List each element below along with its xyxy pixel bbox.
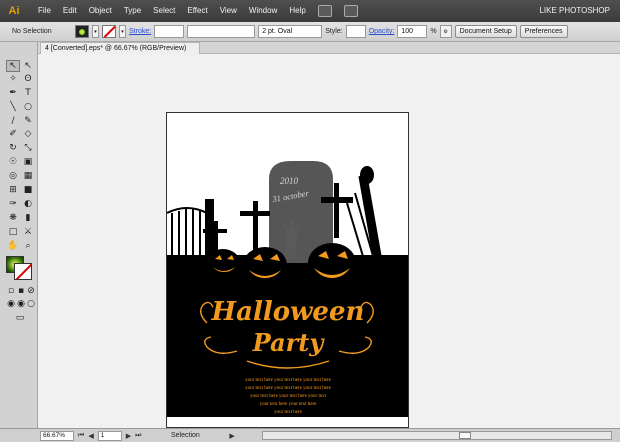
body-text-line: your text here your text here [260, 402, 318, 407]
paintbrush-tool-icon[interactable]: ∕ [6, 115, 20, 127]
document-tab-bar: 4 [Converted].eps* @ 66.67% (RGB/Preview… [38, 42, 620, 54]
selection-status: No Selection [12, 28, 52, 35]
app-logo: Ai [8, 5, 20, 17]
selection-tool-icon[interactable]: ↖ [6, 60, 20, 72]
first-artboard-icon[interactable]: ⏮ [78, 432, 84, 440]
poster-title-party: Party [252, 328, 326, 357]
menu-select[interactable]: Select [147, 0, 181, 22]
tools-panel: ↖ ↖ ✧ ʘ ✒ T ╲ ○ ∕ ✎ ✐ ◇ ↻ ⤡ ☉ ▣ ◎ ▦ ⊞ ■ … [0, 42, 38, 442]
fill-swatch[interactable] [75, 25, 89, 38]
direct-selection-tool-icon[interactable]: ↖ [21, 60, 35, 72]
style-label: Style: [325, 28, 343, 35]
menu-bar: Ai File Edit Object Type Select Effect V… [0, 0, 620, 22]
post-finial [360, 166, 374, 184]
menu-file[interactable]: File [32, 0, 57, 22]
body-text-line: your text here your text here your text [250, 394, 327, 399]
document-setup-button[interactable]: Document Setup [454, 25, 517, 38]
shape-builder-tool-icon[interactable]: ◎ [6, 170, 20, 182]
preferences-button[interactable]: Preferences [519, 25, 568, 38]
next-artboard-icon[interactable]: ▶ [126, 432, 131, 440]
symbol-sprayer-tool-icon[interactable]: ❋ [6, 212, 20, 224]
body-text-line: your text here [274, 410, 303, 415]
canvas-area[interactable]: 2010 31 october Halloween Party your tex… [38, 54, 620, 428]
hand-tool-icon[interactable]: ✋ [6, 240, 20, 252]
pumpkin-left [206, 249, 240, 277]
pumpkin-middle [243, 247, 287, 283]
variable-width-field[interactable] [187, 25, 256, 38]
zoom-tool-icon[interactable]: ⌕ [21, 240, 35, 252]
stroke-link[interactable]: Stroke: [129, 28, 151, 35]
gradient-tool-icon[interactable]: ■ [21, 184, 35, 196]
menu-edit[interactable]: Edit [57, 0, 83, 22]
status-bar: 66.67% ⏮ ◀ 1 ▶ ⏭ Selection ▶ [0, 428, 620, 442]
slice-tool-icon[interactable]: ⚔ [21, 226, 35, 238]
body-text-line: your text here your text here your text … [245, 386, 332, 391]
control-bar: No Selection ▾ ▾ Stroke: 2 pt. Oval Styl… [0, 22, 620, 42]
mesh-tool-icon[interactable]: ⊞ [6, 184, 20, 196]
type-tool-icon[interactable]: T [21, 87, 35, 99]
perspective-grid-tool-icon[interactable]: ▦ [21, 170, 35, 182]
poster-date-year: 2010 [280, 176, 299, 186]
blend-tool-icon[interactable]: ◐ [21, 198, 35, 210]
status-menu-icon[interactable]: ▶ [229, 432, 234, 440]
menu-help[interactable]: Help [283, 0, 311, 22]
artboard[interactable]: 2010 31 october Halloween Party your tex… [166, 112, 409, 428]
menu-effect[interactable]: Effect [181, 0, 213, 22]
style-field[interactable] [345, 25, 366, 38]
warp-tool-icon[interactable]: ☉ [6, 156, 20, 168]
align-icon[interactable]: ⚙ [439, 25, 452, 38]
poster-title-halloween: Halloween [211, 297, 365, 327]
stroke-dropdown[interactable]: ▾ [119, 25, 126, 38]
menu-object[interactable]: Object [83, 0, 118, 22]
brush-field[interactable]: 2 pt. Oval [258, 25, 323, 38]
free-transform-tool-icon[interactable]: ▣ [21, 156, 35, 168]
stroke-swatch[interactable] [102, 25, 116, 38]
pen-tool-icon[interactable]: ✒ [6, 87, 20, 99]
scale-tool-icon[interactable]: ⤡ [21, 142, 35, 154]
fill-dropdown[interactable]: ▾ [92, 25, 99, 38]
previous-artboard-icon[interactable]: ◀ [88, 432, 93, 440]
artboard-number-field[interactable]: 1 [97, 430, 122, 441]
bridge-icon[interactable] [317, 5, 332, 17]
opacity-link[interactable]: Opacity: [369, 28, 395, 35]
eyedropper-tool-icon[interactable]: ✑ [6, 198, 20, 210]
pencil-tool-icon[interactable]: ✎ [21, 115, 35, 127]
column-graph-tool-icon[interactable]: ▮ [21, 212, 35, 224]
menu-view[interactable]: View [214, 0, 243, 22]
ellipse-tool-icon[interactable]: ○ [21, 101, 35, 113]
menu-type[interactable]: Type [118, 0, 147, 22]
draw-inside-icon[interactable]: ○ [24, 298, 38, 310]
lasso-tool-icon[interactable]: ʘ [21, 73, 35, 85]
body-text-line: your text here your text here your text … [245, 378, 332, 383]
current-tool-status: Selection [171, 432, 200, 439]
workspace-switcher[interactable]: LIKE PHOTOSHOP [539, 0, 610, 22]
horizontal-scrollbar[interactable] [262, 431, 612, 440]
magic-wand-tool-icon[interactable]: ✧ [6, 73, 20, 85]
menu-window[interactable]: Window [243, 0, 283, 22]
opacity-field[interactable]: 100 [397, 25, 428, 38]
eraser-tool-icon[interactable]: ◇ [21, 128, 35, 140]
rotate-tool-icon[interactable]: ↻ [6, 142, 20, 154]
last-artboard-icon[interactable]: ⏭ [135, 432, 141, 440]
none-mode-icon[interactable]: ⊘ [24, 285, 38, 297]
blob-brush-tool-icon[interactable]: ✐ [6, 128, 20, 140]
halloween-poster: 2010 31 october Halloween Party your tex… [167, 161, 408, 417]
pumpkin-right [308, 243, 356, 283]
artboard-tool-icon[interactable]: □ [6, 226, 20, 238]
scrollbar-thumb[interactable] [459, 432, 471, 439]
line-tool-icon[interactable]: ╲ [6, 101, 20, 113]
screen-mode-icon[interactable]: ▭ [13, 312, 27, 324]
stroke-weight-field[interactable] [154, 25, 185, 38]
stroke-color-icon[interactable] [14, 263, 32, 280]
zoom-field[interactable]: 66.67% [40, 430, 74, 441]
document-tab[interactable]: 4 [Converted].eps* @ 66.67% (RGB/Preview… [40, 42, 200, 54]
arrange-documents-icon[interactable] [343, 5, 358, 17]
opacity-percent: % [430, 28, 437, 35]
